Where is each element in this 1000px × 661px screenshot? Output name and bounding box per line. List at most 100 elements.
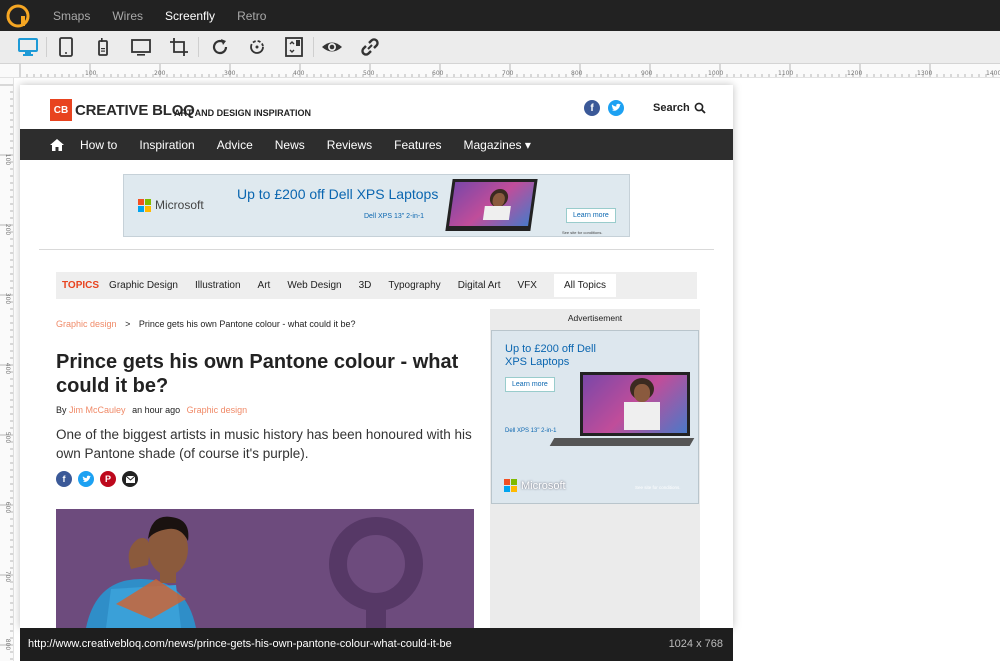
- site-header: CB CREATIVE BLOQ ART AND DESIGN INSPIRAT…: [20, 85, 733, 129]
- ruler-label: 800: [4, 638, 12, 651]
- ruler-label: 100: [4, 153, 12, 166]
- all-topics-button[interactable]: All Topics: [553, 274, 616, 297]
- category-link[interactable]: Graphic design: [187, 405, 248, 415]
- site-logo[interactable]: CB CREATIVE BLOQ: [50, 99, 195, 121]
- tablet-icon[interactable]: [51, 34, 81, 60]
- topic-digital-art[interactable]: Digital Art: [458, 280, 501, 291]
- side-ad-microsoft-logo: Microsoft: [504, 479, 566, 492]
- ruler-label: 200: [4, 223, 12, 236]
- eye-icon[interactable]: [317, 34, 347, 60]
- refresh-icon[interactable]: [205, 34, 235, 60]
- article-standfirst: One of the biggest artists in music hist…: [56, 427, 472, 461]
- search-label: Search: [653, 102, 690, 114]
- banner-cta-button[interactable]: Learn more: [566, 208, 616, 223]
- toolbar-divider: [46, 37, 47, 57]
- banner-product: Dell XPS 13" 2-in-1: [364, 213, 425, 220]
- ruler-label: 900: [641, 70, 653, 77]
- viewport-dimensions: 1024 x 768: [668, 638, 723, 650]
- menu-smaps[interactable]: Smaps: [53, 9, 90, 23]
- banner-ad[interactable]: Microsoft Up to £200 off Dell XPS Laptop…: [123, 174, 630, 237]
- facebook-icon[interactable]: f: [584, 100, 600, 116]
- logo-mark: CB: [50, 99, 72, 121]
- share-twitter-icon[interactable]: [78, 471, 94, 487]
- rotate-icon[interactable]: [242, 34, 272, 60]
- nav-magazines[interactable]: Magazines ▾: [464, 138, 531, 152]
- side-ad-product: Dell XPS 13" 2-in-1: [505, 428, 557, 434]
- laptop-keyboard: [549, 438, 695, 446]
- microsoft-logo-icon: [504, 479, 517, 492]
- topic-web-design[interactable]: Web Design: [287, 280, 341, 291]
- share-facebook-icon[interactable]: f: [56, 471, 72, 487]
- desktop-icon[interactable]: [13, 34, 43, 60]
- share-email-icon[interactable]: [122, 471, 138, 487]
- sidebar-ad[interactable]: Up to £200 off Dell XPS Laptops Learn mo…: [491, 330, 699, 504]
- nav-inspiration[interactable]: Inspiration: [139, 138, 194, 152]
- ruler-label: 300: [224, 70, 236, 77]
- link-icon[interactable]: [355, 34, 385, 60]
- side-ad-fineprint: See site for conditions.: [635, 485, 681, 490]
- nav-reviews[interactable]: Reviews: [327, 138, 372, 152]
- side-ad-cta-button[interactable]: Learn more: [505, 377, 555, 392]
- byline-by: By: [56, 405, 67, 415]
- search-button[interactable]: Search: [653, 102, 706, 114]
- topic-typography[interactable]: Typography: [388, 280, 440, 291]
- side-ad-brand: Microsoft: [521, 479, 566, 492]
- current-url[interactable]: http://www.creativebloq.com/news/prince-…: [28, 638, 452, 650]
- side-ad-laptop-image: [580, 372, 690, 436]
- tv-icon[interactable]: [126, 34, 156, 60]
- article-hero-image: [56, 509, 474, 628]
- site-nav: How to Inspiration Advice News Reviews F…: [20, 129, 733, 160]
- article-time: an hour ago: [132, 405, 181, 415]
- search-icon: [694, 102, 706, 114]
- share-pinterest-icon[interactable]: P: [100, 471, 116, 487]
- sidebar-ad-column: Advertisement Up to £200 off Dell XPS La…: [490, 309, 700, 628]
- device-preview-frame[interactable]: CB CREATIVE BLOQ ART AND DESIGN INSPIRAT…: [20, 85, 733, 628]
- scroll-icon[interactable]: [279, 34, 309, 60]
- menu-retro[interactable]: Retro: [237, 9, 266, 23]
- ruler-label: 1000: [708, 70, 724, 77]
- topics-bar: TOPICS Graphic Design Illustration Art W…: [56, 272, 697, 299]
- ruler-label: 400: [293, 70, 305, 77]
- breadcrumb-category[interactable]: Graphic design: [56, 319, 117, 329]
- topic-3d[interactable]: 3D: [359, 280, 372, 291]
- breadcrumb-current: Prince gets his own Pantone colour - wha…: [138, 319, 356, 329]
- phone-icon[interactable]: [88, 34, 118, 60]
- article-byline: By Jim McCauley an hour ago Graphic desi…: [56, 405, 247, 415]
- ruler-label: 100: [85, 70, 97, 77]
- app-logo-icon[interactable]: [6, 4, 30, 28]
- ruler-label: 1300: [917, 70, 933, 77]
- ruler-label: 1100: [778, 70, 794, 77]
- menu-wires[interactable]: Wires: [112, 9, 143, 23]
- divider: [39, 249, 714, 250]
- nav-how-to[interactable]: How to: [80, 138, 117, 152]
- ruler-label: 700: [4, 570, 12, 583]
- topic-vfx[interactable]: VFX: [517, 280, 536, 291]
- ruler-label: 200: [154, 70, 166, 77]
- ruler-label: 300: [4, 292, 12, 305]
- toolbar: [0, 31, 1000, 64]
- banner-fineprint: See site for conditions.: [562, 230, 603, 235]
- topic-art[interactable]: Art: [258, 280, 271, 291]
- microsoft-logo-icon: [138, 198, 151, 212]
- crop-icon[interactable]: [164, 34, 194, 60]
- article-headline: Prince gets his own Pantone colour - wha…: [56, 351, 459, 397]
- home-icon[interactable]: [50, 138, 64, 151]
- topic-illustration[interactable]: Illustration: [195, 280, 241, 291]
- breadcrumb-separator: >: [125, 319, 131, 329]
- ruler-label: 400: [4, 362, 12, 375]
- author-link[interactable]: Jim McCauley: [69, 405, 126, 415]
- ruler-label: 500: [4, 431, 12, 444]
- menu-screenfly[interactable]: Screenfly: [165, 9, 215, 23]
- ruler-label: 500: [363, 70, 375, 77]
- banner-headline: Up to £200 off Dell XPS Laptops: [237, 186, 439, 202]
- nav-news[interactable]: News: [275, 138, 305, 152]
- site-tagline: ART AND DESIGN INSPIRATION: [174, 108, 312, 118]
- topic-graphic-design[interactable]: Graphic Design: [109, 280, 178, 291]
- toolbar-divider: [313, 37, 314, 57]
- ruler-label: 800: [571, 70, 583, 77]
- ruler-label: 1200: [847, 70, 863, 77]
- nav-features[interactable]: Features: [394, 138, 441, 152]
- breadcrumb: Graphic design > Prince gets his own Pan…: [56, 319, 355, 329]
- twitter-icon[interactable]: [608, 100, 624, 116]
- nav-advice[interactable]: Advice: [217, 138, 253, 152]
